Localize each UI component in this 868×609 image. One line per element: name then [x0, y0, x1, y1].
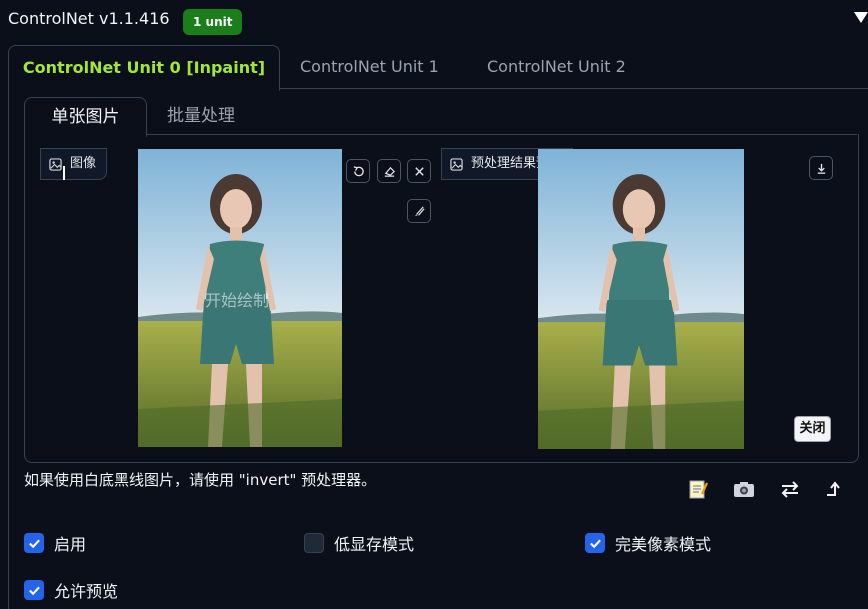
- enable-checkbox[interactable]: [24, 533, 44, 553]
- low-vram-checkbox[interactable]: [304, 533, 324, 553]
- option-enable[interactable]: 启用: [24, 531, 86, 555]
- swap-icon[interactable]: [778, 478, 802, 500]
- invert-hint: 如果使用白底黑线图片，请使用 "invert" 预处理器。: [24, 471, 377, 489]
- accordion-title[interactable]: ControlNet v1.1.416: [8, 9, 170, 28]
- pixel-perfect-checkbox[interactable]: [585, 533, 605, 553]
- tab-batch[interactable]: 批量处理: [167, 97, 235, 135]
- close-preview-button[interactable]: 关闭: [794, 416, 831, 442]
- camera-icon[interactable]: [732, 478, 756, 500]
- draw-overlay-text: 开始绘制: [205, 291, 270, 310]
- option-pixel-perfect[interactable]: 完美像素模式: [585, 531, 711, 555]
- triangle-down-icon[interactable]: [854, 8, 868, 29]
- input-image-label-text: 图像: [70, 156, 97, 171]
- text-cursor: [63, 166, 65, 180]
- pixel-perfect-label: 完美像素模式: [615, 535, 712, 554]
- undo-icon[interactable]: [346, 159, 370, 183]
- enable-label: 启用: [54, 535, 87, 554]
- tab-unit-2[interactable]: ControlNet Unit 2: [487, 45, 626, 89]
- option-low-vram[interactable]: 低显存模式: [304, 531, 414, 555]
- allow-preview-label: 允许预览: [54, 582, 119, 601]
- option-allow-preview[interactable]: 允许预览: [24, 578, 118, 602]
- tab-unit-0[interactable]: ControlNet Unit 0 [Inpaint]: [8, 45, 280, 91]
- send-dimensions-icon[interactable]: [822, 478, 846, 500]
- eraser-icon[interactable]: [377, 159, 401, 183]
- input-image-label: 图像: [40, 148, 108, 180]
- low-vram-label: 低显存模式: [334, 535, 415, 554]
- tab-unit-1[interactable]: ControlNet Unit 1: [300, 45, 439, 89]
- tab-single-image[interactable]: 单张图片: [24, 97, 147, 137]
- allow-preview-checkbox[interactable]: [24, 580, 44, 600]
- brush-icon[interactable]: [407, 199, 431, 223]
- download-icon[interactable]: [809, 156, 833, 180]
- preview-image: [538, 149, 744, 449]
- image-icon: [450, 157, 463, 171]
- close-icon[interactable]: [407, 159, 431, 183]
- unit-count-badge: 1 unit: [183, 9, 243, 35]
- image-icon: [49, 157, 62, 171]
- memo-icon[interactable]: [686, 478, 710, 500]
